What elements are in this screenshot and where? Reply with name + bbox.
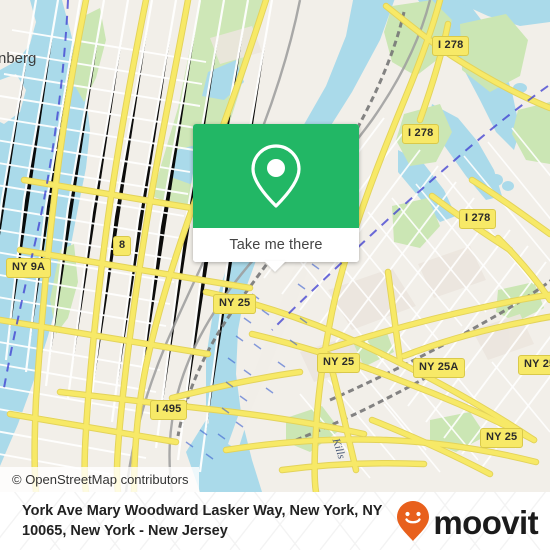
road-shield-ny25-west: NY 25	[213, 294, 257, 314]
take-me-there-label: Take me there	[229, 237, 323, 253]
attribution-text: © OpenStreetMap contributors	[12, 472, 189, 487]
road-shield-i278-north: I 278	[432, 36, 470, 56]
map-canvas[interactable]: I 278 I 278 I 278 NY 9A 8 NY 25 NY 25 NY…	[0, 0, 550, 492]
road-shield-ny25a: NY 25A	[413, 358, 465, 378]
road-shield-i495: I 495	[150, 400, 188, 420]
address-line-2: 10065, New York - New Jersey	[22, 523, 228, 539]
brand-wordmark: moovit	[433, 503, 538, 541]
moovit-smiling-pin-icon	[397, 501, 430, 541]
moovit-map-screenshot: I 278 I 278 I 278 NY 9A 8 NY 25 NY 25 NY…	[0, 0, 550, 550]
popup-card-pointer	[264, 261, 286, 272]
location-popup-card[interactable]: Take me there	[193, 124, 359, 262]
map-attribution[interactable]: © OpenStreetMap contributors	[0, 467, 199, 492]
popup-card-header	[193, 124, 359, 228]
road-shield-i278-east: I 278	[459, 209, 497, 229]
footer-bar: York Ave Mary Woodward Lasker Way, New Y…	[0, 492, 550, 550]
road-shield-ny25-center: NY 25	[317, 353, 361, 373]
location-pin-icon	[251, 144, 301, 208]
road-shield-ny25-south: NY 25	[480, 428, 524, 448]
moovit-logo[interactable]: moovit	[396, 501, 539, 541]
popup-card-footer[interactable]: Take me there	[193, 228, 359, 262]
address-line-1: York Ave Mary Woodward Lasker Way, New Y…	[22, 503, 383, 519]
road-shield-ny9a: NY 9A	[6, 258, 52, 278]
place-label-partial: nberg	[0, 50, 37, 67]
road-shield-ny25-east: NY 25	[518, 355, 550, 375]
address-text: York Ave Mary Woodward Lasker Way, New Y…	[22, 501, 412, 541]
road-shield-i278-mid: I 278	[402, 124, 440, 144]
road-shield-8: 8	[113, 236, 132, 256]
